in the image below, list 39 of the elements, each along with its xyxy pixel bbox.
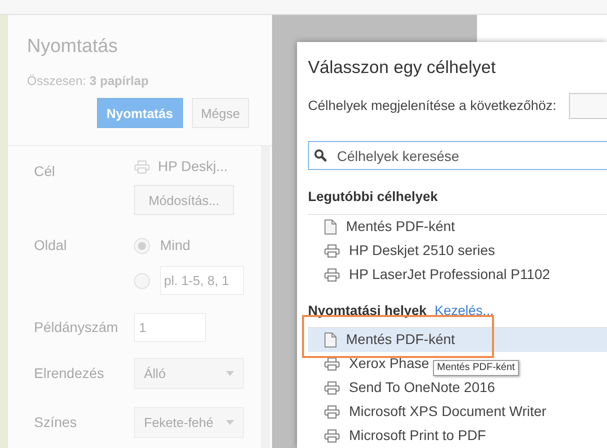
document-icon xyxy=(324,332,337,348)
destination-label: Cél xyxy=(34,162,56,182)
printer-icon xyxy=(324,268,340,282)
destination-item[interactable]: Mentés PDF-ként xyxy=(308,328,607,352)
printer-icon xyxy=(324,404,340,419)
filter-select[interactable] xyxy=(569,93,607,120)
panel-title: Nyomtatás xyxy=(27,35,119,59)
search-field[interactable]: Célhelyek keresése xyxy=(308,141,607,170)
copies-label: Példányszám xyxy=(34,318,120,338)
printer-icon xyxy=(324,428,340,443)
printer-icon xyxy=(134,160,150,174)
pages-label: Oldal xyxy=(34,236,68,256)
tooltip: Mentés PDF-ként xyxy=(433,360,519,376)
caret-icon xyxy=(226,420,234,426)
page-range-field[interactable]: pl. 1-5, 8, 1 xyxy=(160,266,244,296)
filter-label: Célhelyek megjelenítése a következőhöz: xyxy=(308,97,556,116)
printer-name: HP Deskj... xyxy=(158,157,228,176)
printer-icon xyxy=(324,356,340,371)
radio-label: Mind xyxy=(160,236,190,256)
printer-icon xyxy=(324,380,340,395)
destination-item[interactable]: Mentés PDF-ként xyxy=(308,214,607,238)
caret-icon xyxy=(226,371,234,376)
destination-item[interactable]: Microsoft XPS Document Writer xyxy=(308,400,607,424)
radio-button[interactable] xyxy=(134,272,150,289)
section-heading: Nyomtatási helyek xyxy=(308,302,427,320)
radio-button[interactable] xyxy=(134,238,150,254)
manage-link[interactable]: Kezelés... xyxy=(434,300,494,321)
document-icon xyxy=(324,218,337,234)
dialog-title: Válasszon egy célhelyet xyxy=(308,56,497,79)
color-label: Színes xyxy=(34,413,78,432)
search-icon xyxy=(314,149,327,162)
destination-item[interactable]: HP Deskjet 2510 series xyxy=(308,238,607,262)
destination-item[interactable]: HP LaserJet Professional P1102 xyxy=(308,262,607,286)
sheet-summary: Összesen: 3 papírlap xyxy=(27,72,150,90)
printer-icon xyxy=(324,244,340,258)
section-heading: Legutóbbi célhelyek xyxy=(308,188,438,206)
destination-item[interactable]: Send To OneNote 2016 xyxy=(308,376,607,400)
layout-label: Elrendezés xyxy=(34,364,106,384)
destination-item[interactable]: Microsoft Print to PDF xyxy=(308,424,607,448)
